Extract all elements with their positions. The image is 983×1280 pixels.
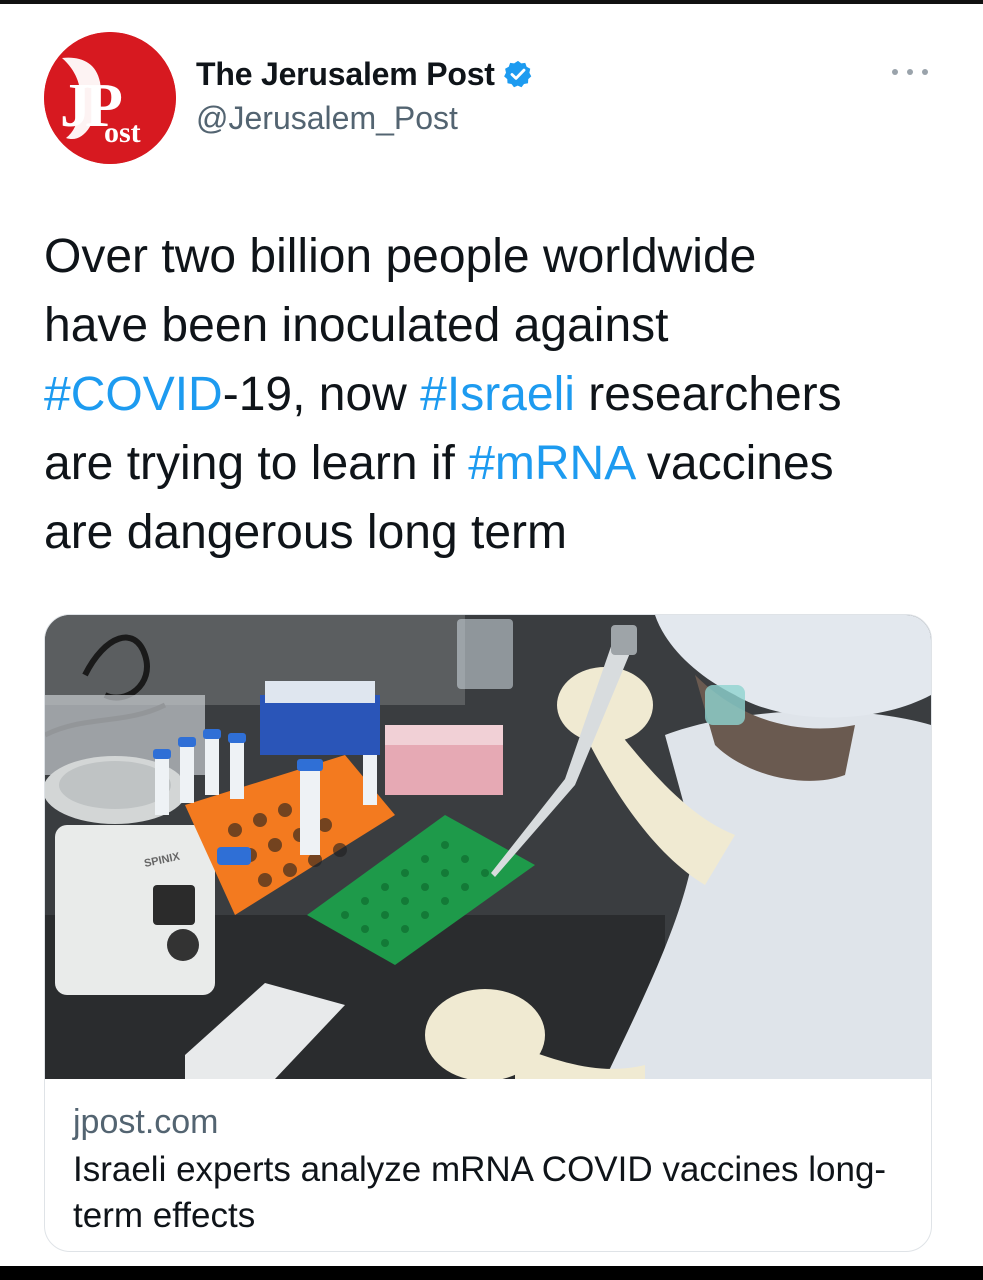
account-handle[interactable]: @Jerusalem_Post	[196, 100, 458, 137]
hashtag-link[interactable]: #Israeli	[420, 368, 575, 421]
verified-badge-icon	[503, 59, 533, 89]
top-border	[0, 0, 983, 4]
tweet-text-segment: Over two billion people worldwide	[44, 230, 757, 283]
tweet-text-line: #COVID-19, now #Israeli researchers	[44, 360, 944, 429]
more-dot	[892, 69, 898, 75]
card-image: SPINIX	[45, 615, 931, 1079]
link-card[interactable]: SPINIX jpost.com Israeli experts analyze…	[44, 614, 932, 1252]
tweet-text-segment: -19, now	[222, 368, 421, 421]
jpost-logo: JP ost	[44, 32, 176, 164]
logo-sub-text: ost	[104, 116, 141, 149]
tweet-text-segment: have been inoculated against	[44, 299, 669, 352]
tweet-text: Over two billion people worldwide have be…	[44, 222, 944, 567]
display-name[interactable]: The Jerusalem Post	[196, 56, 495, 93]
card-title[interactable]: Israeli experts analyze mRNA COVID vacci…	[73, 1147, 903, 1239]
name-row: The Jerusalem Post	[196, 54, 533, 94]
tweet-text-segment: researchers	[574, 368, 842, 421]
tweet-text-segment: are trying to learn if	[44, 437, 469, 490]
more-dot	[907, 69, 913, 75]
tweet-text-line: Over two billion people worldwide	[44, 222, 944, 291]
tweet-text-line: are dangerous long term	[44, 498, 944, 567]
tweet-text-segment: vaccines	[633, 437, 834, 490]
more-dot	[922, 69, 928, 75]
card-domain[interactable]: jpost.com	[73, 1103, 219, 1142]
hashtag-link[interactable]: #COVID	[44, 368, 223, 421]
tweet-text-segment: are dangerous long term	[44, 506, 567, 559]
hashtag-link[interactable]: #mRNA	[468, 437, 633, 490]
avatar[interactable]: JP ost	[44, 32, 176, 164]
tweet-text-line: are trying to learn if #mRNA vaccines	[44, 429, 944, 498]
more-options-icon[interactable]	[892, 60, 928, 84]
tweet-text-line: have been inoculated against	[44, 291, 944, 360]
bottom-bar	[0, 1266, 983, 1280]
